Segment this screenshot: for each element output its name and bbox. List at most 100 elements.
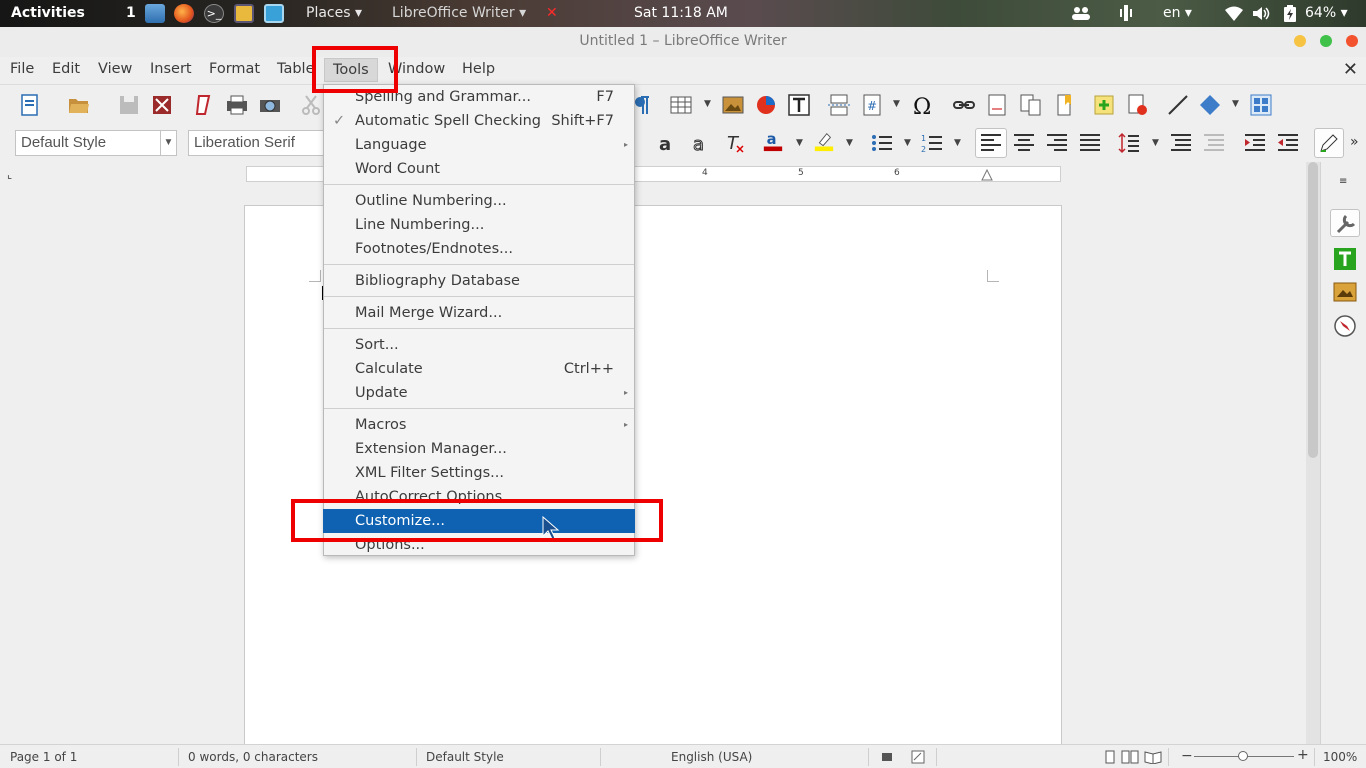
menu-item-sort[interactable]: Sort... bbox=[324, 333, 634, 357]
numbered-list-icon[interactable]: 12 bbox=[921, 132, 943, 154]
menu-item-outline-numbering[interactable]: Outline Numbering... bbox=[324, 189, 634, 213]
shapes-dropdown-icon[interactable]: ▼ bbox=[1232, 99, 1239, 109]
menu-item-mail-merge[interactable]: Mail Merge Wizard... bbox=[324, 301, 634, 325]
insert-mode-icon[interactable] bbox=[880, 750, 894, 764]
menu-item-line-numbering[interactable]: Line Numbering... bbox=[324, 213, 634, 237]
firefox-icon[interactable] bbox=[174, 4, 194, 23]
insert-field-icon[interactable]: # bbox=[861, 94, 883, 116]
tab-stop-icon[interactable]: ⌞ bbox=[7, 168, 12, 181]
navigator-icon[interactable] bbox=[1333, 314, 1357, 338]
insert-line-icon[interactable] bbox=[1167, 94, 1189, 116]
clock[interactable]: Sat 11:18 AM bbox=[634, 0, 728, 27]
menu-item-footnotes[interactable]: Footnotes/Endnotes... bbox=[324, 237, 634, 261]
battery-icon[interactable] bbox=[1284, 5, 1296, 22]
word-count[interactable]: 0 words, 0 characters bbox=[188, 750, 318, 764]
print-icon[interactable] bbox=[226, 94, 248, 116]
save-icon[interactable] bbox=[118, 94, 140, 116]
zoom-level[interactable]: 100% bbox=[1323, 750, 1357, 764]
active-app-menu[interactable]: LibreOffice Writer ▾ bbox=[392, 0, 526, 27]
paragraph-style-box[interactable]: Default Style ▼ bbox=[15, 130, 177, 156]
open-folder-icon[interactable] bbox=[68, 94, 90, 116]
toolbar-overflow-icon[interactable]: » bbox=[1350, 134, 1359, 150]
battery-percent[interactable]: 64% ▾ bbox=[1305, 0, 1348, 27]
insert-chart-icon[interactable] bbox=[755, 94, 777, 116]
language-status[interactable]: English (USA) bbox=[671, 750, 752, 764]
decrease-indent-icon[interactable] bbox=[1277, 132, 1299, 154]
menu-file[interactable]: File bbox=[10, 61, 34, 77]
special-character-icon[interactable]: Ω bbox=[912, 94, 934, 116]
workspace-indicator[interactable]: 1 bbox=[126, 0, 136, 27]
new-document-icon[interactable] bbox=[19, 94, 41, 116]
volume-icon[interactable] bbox=[1253, 6, 1271, 21]
cross-reference-icon[interactable] bbox=[1019, 94, 1041, 116]
bookmark-icon[interactable] bbox=[1053, 94, 1075, 116]
menu-help[interactable]: Help bbox=[462, 61, 495, 77]
activities-button[interactable]: Activities bbox=[11, 0, 85, 27]
align-right-icon[interactable] bbox=[1046, 132, 1068, 154]
menu-item-xml-filter[interactable]: XML Filter Settings... bbox=[324, 461, 634, 485]
chevron-down-icon[interactable]: ▼ bbox=[160, 131, 176, 155]
hyperlink-icon[interactable] bbox=[953, 94, 975, 116]
insert-textbox-icon[interactable] bbox=[788, 94, 810, 116]
scrollbar-thumb[interactable] bbox=[1308, 162, 1318, 458]
menu-format[interactable]: Format bbox=[209, 61, 260, 77]
footnote-icon[interactable] bbox=[986, 94, 1008, 116]
insert-comment-icon[interactable] bbox=[1093, 94, 1115, 116]
spacing-dropdown-icon[interactable]: ▼ bbox=[1152, 138, 1159, 148]
menu-insert[interactable]: Insert bbox=[150, 61, 192, 77]
writer-app-icon[interactable] bbox=[264, 4, 284, 23]
zoom-in-button[interactable]: + bbox=[1297, 747, 1309, 763]
styles-icon[interactable] bbox=[1333, 247, 1357, 271]
menu-item-update[interactable]: Update ▸ bbox=[324, 381, 634, 405]
insert-image-icon[interactable] bbox=[722, 94, 744, 116]
accessibility-icon[interactable] bbox=[1119, 5, 1133, 21]
formatting-marks-icon[interactable] bbox=[632, 94, 654, 116]
page-style[interactable]: Default Style bbox=[426, 750, 504, 764]
menu-item-bibliography[interactable]: Bibliography Database bbox=[324, 269, 634, 293]
menu-item-auto-spellcheck[interactable]: ✓ Automatic Spell Checking Shift+F7 bbox=[324, 109, 634, 133]
gallery-icon[interactable] bbox=[1333, 279, 1357, 303]
document-modified-icon[interactable] bbox=[911, 750, 925, 764]
wifi-icon[interactable] bbox=[1225, 6, 1243, 21]
cut-icon[interactable] bbox=[300, 94, 322, 116]
shadow-icon[interactable]: a bbox=[656, 132, 678, 154]
menu-edit[interactable]: Edit bbox=[52, 61, 80, 77]
bullet-list-icon[interactable] bbox=[871, 132, 893, 154]
numbering-dropdown-icon[interactable]: ▼ bbox=[954, 138, 961, 148]
align-left-button[interactable] bbox=[975, 128, 1007, 158]
field-dropdown-icon[interactable]: ▼ bbox=[893, 99, 900, 109]
highlight-color-icon[interactable] bbox=[813, 130, 835, 152]
insert-table-icon[interactable] bbox=[670, 94, 692, 116]
zoom-out-button[interactable]: − bbox=[1181, 748, 1193, 764]
font-name-box[interactable]: Liberation Serif bbox=[188, 130, 326, 156]
terminal-icon[interactable]: >_ bbox=[204, 4, 224, 23]
book-view-icon[interactable] bbox=[1144, 750, 1162, 764]
menu-item-language[interactable]: Language ▸ bbox=[324, 133, 634, 157]
table-dropdown-icon[interactable]: ▼ bbox=[704, 99, 711, 109]
increase-indent-icon[interactable] bbox=[1244, 132, 1266, 154]
folder-app-icon[interactable] bbox=[234, 4, 254, 23]
close-document-icon[interactable]: ✕ bbox=[1343, 59, 1358, 80]
language-selector[interactable]: en ▾ bbox=[1163, 0, 1192, 27]
minimize-button[interactable] bbox=[1294, 35, 1306, 47]
increase-paragraph-spacing-icon[interactable] bbox=[1170, 132, 1192, 154]
menu-view[interactable]: View bbox=[98, 61, 132, 77]
draw-functions-icon[interactable] bbox=[1250, 94, 1272, 116]
single-page-view-icon[interactable] bbox=[1103, 750, 1117, 764]
menu-table[interactable]: Table bbox=[277, 61, 315, 77]
right-indent-marker-icon[interactable] bbox=[981, 169, 993, 181]
properties-button[interactable] bbox=[1330, 209, 1360, 237]
export-pdf-icon[interactable] bbox=[193, 94, 215, 116]
draw-styles-button[interactable] bbox=[1314, 128, 1344, 158]
clear-formatting-icon[interactable]: T bbox=[724, 132, 746, 154]
decrease-paragraph-spacing-icon[interactable] bbox=[1203, 132, 1225, 154]
close-icon[interactable]: ✕ bbox=[546, 0, 558, 27]
menu-item-calculate[interactable]: Calculate Ctrl++ bbox=[324, 357, 634, 381]
basic-shapes-icon[interactable] bbox=[1199, 94, 1221, 116]
page-count[interactable]: Page 1 of 1 bbox=[10, 750, 77, 764]
line-spacing-icon[interactable] bbox=[1118, 132, 1140, 154]
font-color-icon[interactable]: a bbox=[762, 130, 784, 152]
sidebar-menu-icon[interactable]: ≡ bbox=[1339, 176, 1347, 187]
highlight-dropdown-icon[interactable]: ▼ bbox=[846, 138, 853, 148]
menu-item-word-count[interactable]: Word Count bbox=[324, 157, 634, 181]
